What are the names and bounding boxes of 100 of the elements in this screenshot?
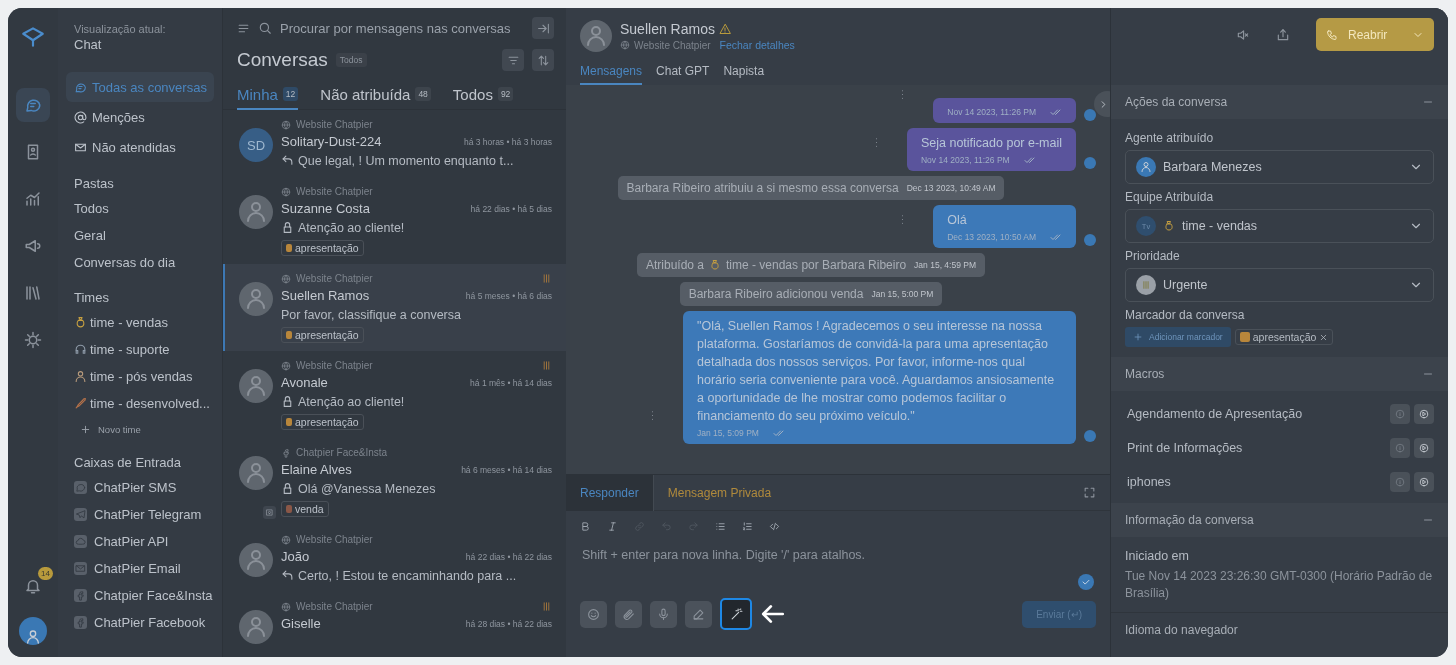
conversation-item[interactable]: Website Chatpier João há 22 dias • há 22 dias Certo, ! Estou te encaminhando para ... (223, 525, 566, 592)
microphone-icon (657, 607, 670, 621)
activity-text: time - vendas por Barbara Ribeiro (726, 258, 907, 272)
conversation-item[interactable]: Website Chatpier Giselle há 28 dias • há 22 dias (223, 592, 566, 652)
folder-item[interactable]: Geral (66, 222, 214, 249)
list-tab[interactable]: Minha 12 (237, 80, 299, 110)
inbox-item[interactable]: ChatPier API (66, 528, 214, 555)
lock-icon (281, 395, 294, 408)
section-header[interactable]: Informação da conversa (1111, 503, 1448, 537)
check-circle-icon (1078, 574, 1094, 590)
expand-icon[interactable] (1083, 486, 1096, 499)
inbox-source: Chatpier Face&Insta (296, 447, 388, 458)
conversation-item[interactable]: SD Website Chatpier Solitary-Dust-224 há 3 horas • há 3 horas Que legal, ! Um momento enquanto t... (223, 110, 566, 177)
filter-badge: Todos (335, 53, 367, 67)
photo-placeholder (1136, 157, 1156, 177)
team-item[interactable]: time - vendas (66, 309, 214, 336)
nav-chat-button[interactable] (16, 88, 50, 122)
macro-info-button[interactable] (1390, 404, 1410, 424)
numbered-list-icon[interactable] (742, 521, 753, 532)
photo-placeholder (239, 282, 273, 316)
inbox-item[interactable]: ChatPier Telegram (66, 501, 214, 528)
microphone-button[interactable] (650, 600, 677, 628)
collapse-button[interactable] (532, 17, 554, 39)
paperclip-button[interactable] (615, 600, 642, 628)
reply-mode-tab[interactable]: Mensagem Privada (653, 474, 786, 511)
inbox-item[interactable]: ChatPier Email (66, 555, 214, 582)
inbox-item[interactable]: ChatPier Facebook (66, 609, 214, 636)
italic-icon[interactable] (607, 521, 618, 532)
message-preview: Por favor, classifique a conversa (281, 307, 461, 322)
macro-info-button[interactable] (1390, 472, 1410, 492)
macro-run-button[interactable] (1414, 472, 1434, 492)
macro-run-button[interactable] (1414, 438, 1434, 458)
conversation-time: há 6 meses • há 14 dias (461, 464, 552, 475)
sort-icon (536, 53, 550, 67)
dropdown[interactable]: Urgente (1125, 268, 1434, 302)
inbox-source: Website Chatpier (296, 534, 373, 545)
contact-name: João (281, 549, 310, 564)
code-icon[interactable] (769, 521, 780, 532)
bold-icon[interactable] (580, 521, 591, 532)
macro-run-button[interactable] (1414, 404, 1434, 424)
message-time: Jan 15, 5:09 PM (697, 427, 759, 439)
bell-icon (24, 577, 42, 595)
filter-button[interactable] (502, 49, 524, 71)
dropdown[interactable]: Barbara Menezes (1125, 150, 1434, 184)
activity-time: Dec 13 2023, 10:49 AM (906, 183, 996, 193)
count-badge: 12 (282, 87, 299, 101)
chat-tab[interactable]: Napista (723, 59, 765, 85)
message-input[interactable]: Shift + enter para nova linha. Digite '/' para atalhos. (580, 546, 1096, 568)
section-header[interactable]: Ações da conversa (1111, 85, 1448, 119)
close-icon[interactable] (1319, 332, 1329, 342)
notifications-button[interactable]: 14 (16, 569, 50, 603)
conversation-time: há 22 dias • há 5 dias (470, 203, 552, 214)
envelope-icon (74, 562, 87, 575)
smiley-button[interactable] (580, 600, 607, 628)
conversation-item[interactable]: Chatpier Face&Insta Elaine Alves há 6 meses • há 14 dias Olá @Vanessa Menezes venda (223, 438, 566, 525)
contact-name: Solitary-Dust-224 (281, 134, 382, 149)
instagram-icon (263, 506, 276, 519)
activity-time: Jan 15, 5:00 PM (871, 289, 934, 299)
search-field[interactable]: Procurar por mensagens nas conversas (258, 16, 524, 40)
conversation-time: há 1 mês • há 14 dias (470, 377, 552, 388)
pen-button[interactable] (685, 600, 712, 628)
message-time: Nov 14 2023, 11:26 PM (920, 154, 1010, 166)
team-item[interactable]: time - pós vendas (66, 363, 214, 390)
collapse-icon (536, 21, 550, 35)
new-team-link[interactable]: Novo time (66, 417, 214, 441)
current-view-label: Visualização atual: (73, 23, 167, 35)
conversation-time: há 5 meses • há 6 dias (465, 290, 552, 301)
conversation-time: há 22 dias • há 22 dias (465, 551, 552, 562)
folder-item[interactable]: Conversas do dia (66, 249, 214, 276)
sidebar-view-item[interactable]: Menções (66, 102, 214, 132)
conversation-item[interactable]: Website Chatpier Avonale há 1 mês • há 14 dias Atenção ao cliente! apresentação (223, 351, 566, 438)
user-avatar[interactable] (19, 617, 47, 645)
conversation-item[interactable]: Website Chatpier Suzanne Costa há 22 dias • há 5 dias Atenção ao cliente! apresentação (223, 177, 566, 264)
reply-mode-tab[interactable]: Responder (566, 474, 654, 511)
info-label: Iniciado em (1125, 549, 1190, 563)
double-check-icon (772, 427, 785, 439)
bullet-list-icon[interactable] (715, 521, 726, 532)
list-tab[interactable]: Não atribuída 48 (320, 80, 431, 110)
team-item[interactable]: time - suporte (66, 336, 214, 363)
dropdown-value: time - vendas (1182, 219, 1259, 233)
headset-icon (74, 343, 87, 356)
section-header[interactable]: Macros (1111, 357, 1448, 391)
message-preview: Atenção ao cliente! (298, 394, 405, 409)
message-preview: Certo, ! Estou te encaminhando para ... (298, 568, 517, 583)
share-icon[interactable] (1276, 27, 1290, 42)
sort-button[interactable] (532, 49, 554, 71)
sidebar-view-item[interactable]: Não atendidas (66, 132, 214, 162)
conversation-item[interactable]: Website Chatpier Suellen Ramos há 5 meses • há 6 dias Por favor, classifique a conversa apresentação (223, 264, 566, 351)
chat-tab[interactable]: Chat GPT (656, 59, 710, 85)
list-tab[interactable]: Todos 92 (452, 80, 514, 110)
mute-icon[interactable] (1236, 27, 1250, 42)
magic-wand-button[interactable] (720, 598, 752, 630)
team-item[interactable]: time - desenvolved... (66, 390, 214, 417)
inbox-item[interactable]: ChatPier SMS (66, 474, 214, 501)
macro-info-button[interactable] (1390, 438, 1410, 458)
folder-item[interactable]: Todos (66, 195, 214, 222)
inbox-item[interactable]: Chatpier Face&Insta (66, 582, 214, 609)
message-preview: Que legal, ! Um momento enquanto t... (298, 153, 514, 168)
paperclip-icon (622, 607, 635, 621)
field-label: Agente atribuído (1125, 131, 1215, 145)
